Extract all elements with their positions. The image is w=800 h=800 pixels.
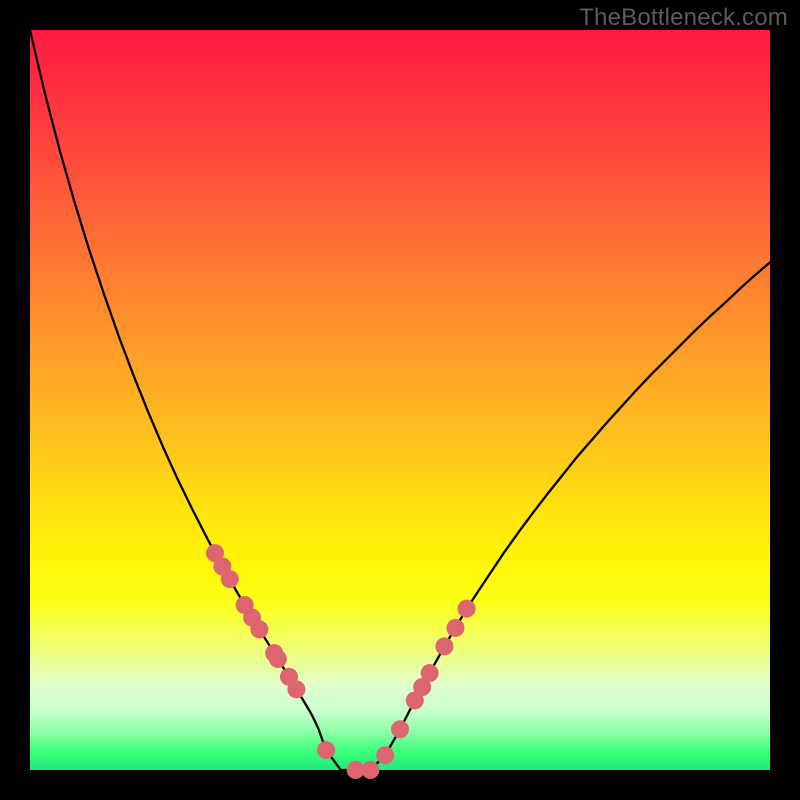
data-marker xyxy=(250,620,268,638)
bottleneck-curve xyxy=(30,30,770,770)
chart-frame: TheBottleneck.com xyxy=(0,0,800,800)
data-marker xyxy=(317,741,335,759)
data-marker xyxy=(269,650,287,668)
data-marker xyxy=(435,637,453,655)
data-marker xyxy=(391,720,409,738)
data-marker xyxy=(376,746,394,764)
data-marker xyxy=(287,680,305,698)
chart-overlay xyxy=(30,30,770,770)
data-marker xyxy=(221,570,239,588)
data-marker xyxy=(361,761,379,779)
watermark-text: TheBottleneck.com xyxy=(579,4,788,32)
data-marker xyxy=(447,619,465,637)
data-marker xyxy=(458,600,476,618)
data-marker xyxy=(421,664,439,682)
